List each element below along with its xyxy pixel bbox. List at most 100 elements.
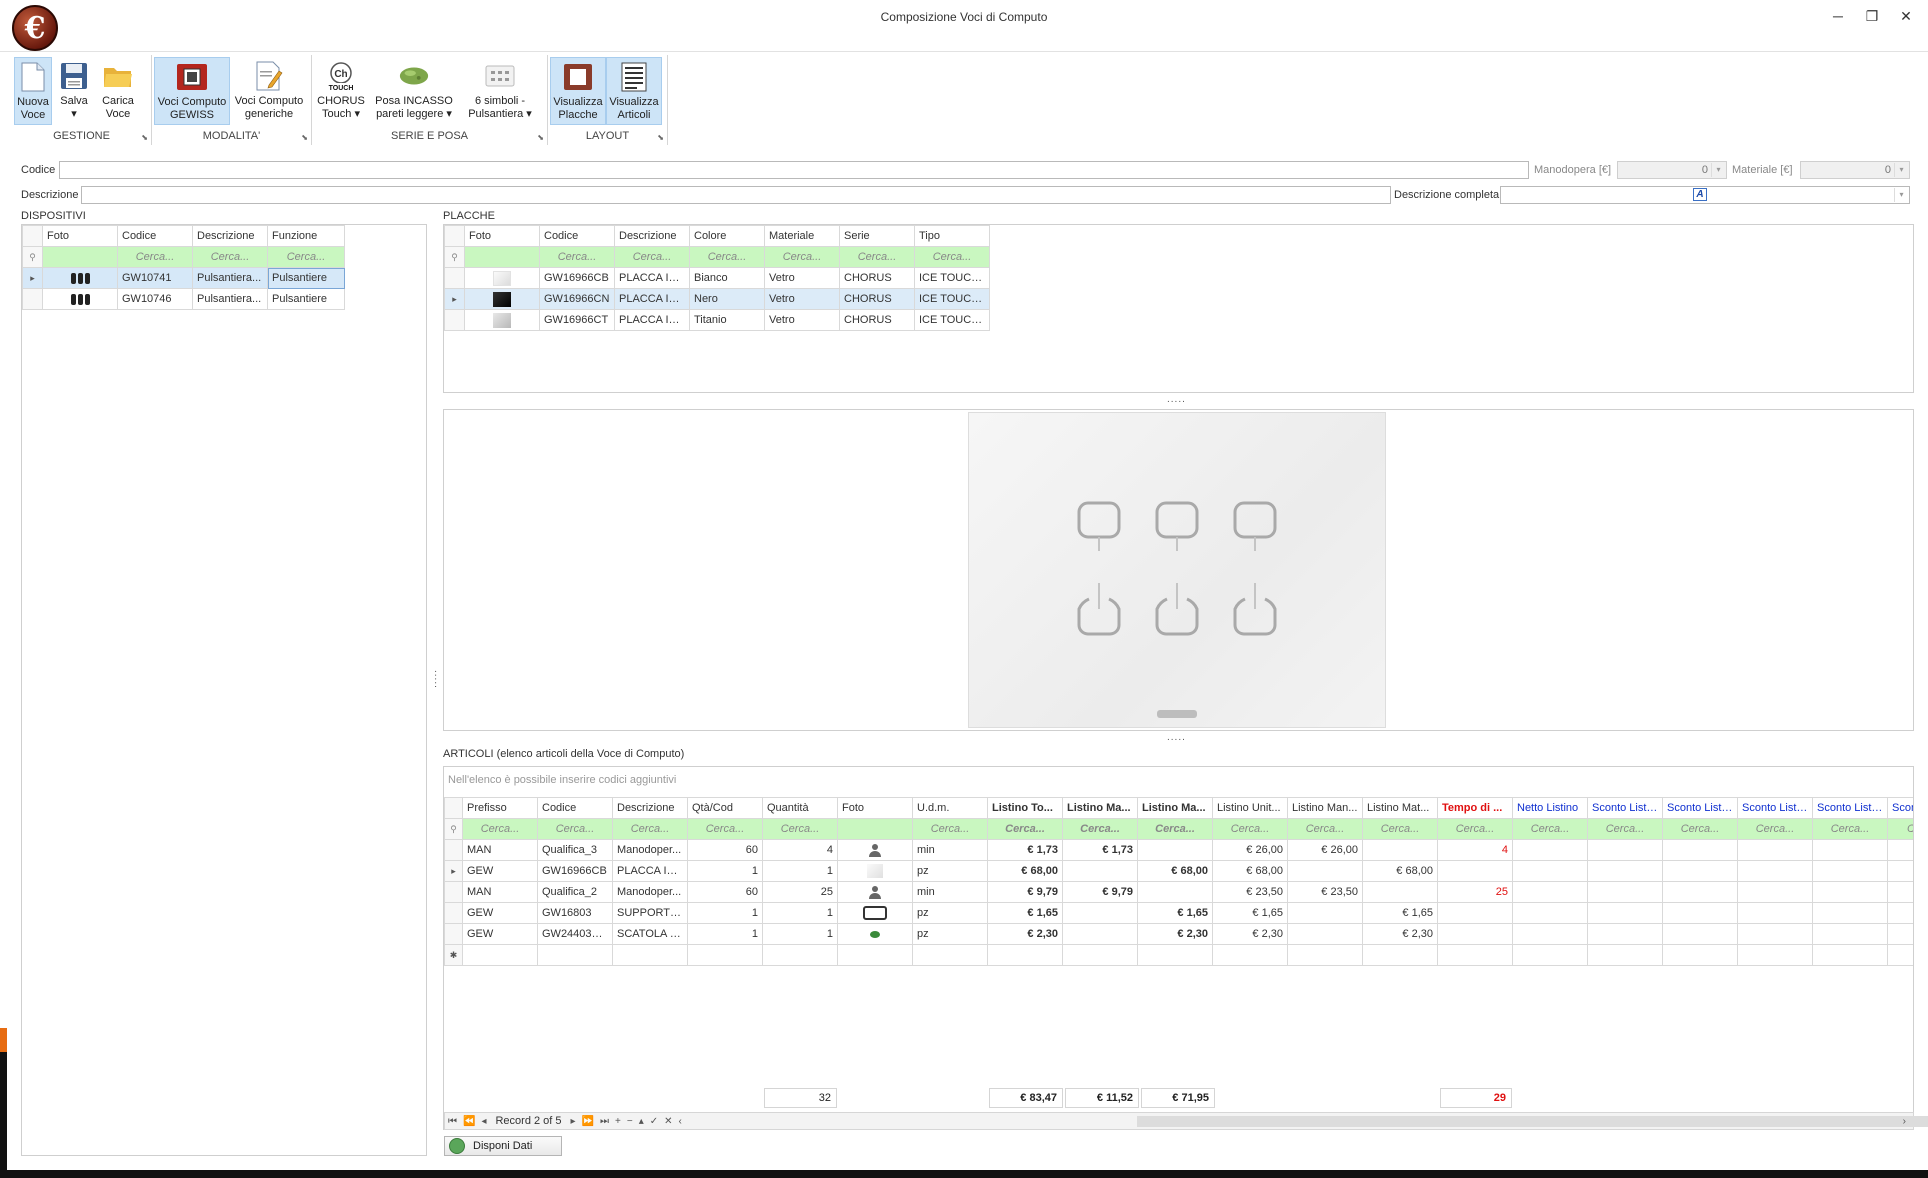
column-header-udm[interactable]: U.d.m. <box>912 797 988 819</box>
cell-sconto[interactable] <box>1812 860 1888 882</box>
table-row[interactable]: MAN Qualifica_3 Manodoper... 60 4 min € … <box>444 839 1913 861</box>
filter-cell[interactable]: Cerca... <box>1287 818 1363 840</box>
scroll-left-icon[interactable]: ‹ <box>676 1116 685 1127</box>
table-row[interactable]: GW10746 Pulsantiera... Pulsantiere <box>22 288 345 310</box>
cell-funzione[interactable]: Pulsantiere <box>267 267 345 289</box>
new-cell[interactable] <box>987 944 1063 966</box>
materiale-input[interactable]: 0 ▾ <box>1800 161 1910 179</box>
cell-descrizione[interactable]: PLACCA IC... <box>614 309 690 331</box>
column-header-foto[interactable]: Foto <box>42 225 118 247</box>
column-header-codice[interactable]: Codice <box>537 797 613 819</box>
filter-foto-cell[interactable] <box>42 246 118 268</box>
column-header-netto-listino[interactable]: Netto Listino <box>1512 797 1588 819</box>
table-row[interactable]: GW16966CB PLACCA IC... Bianco Vetro CHOR… <box>444 267 990 289</box>
column-header-codice[interactable]: Codice <box>539 225 615 247</box>
sei-simboli-pulsantiera-button[interactable]: 6 simboli - Pulsantiera ▾ <box>460 57 540 125</box>
cell-tempo[interactable]: 25 <box>1437 881 1513 903</box>
cell-sconto[interactable] <box>1662 902 1738 924</box>
column-header-descrizione[interactable]: Descrizione <box>614 225 690 247</box>
new-cell[interactable] <box>1287 944 1363 966</box>
new-cell[interactable] <box>1587 944 1663 966</box>
filter-cell[interactable]: Cerca... <box>1662 818 1738 840</box>
cell-sconto[interactable] <box>1887 881 1913 903</box>
cell-tempo[interactable] <box>1437 902 1513 924</box>
cell-udm[interactable]: pz <box>912 923 988 945</box>
cell-codice[interactable]: GW16966CB <box>537 860 613 882</box>
new-cell[interactable] <box>1437 944 1513 966</box>
cell-qta-cod[interactable]: 60 <box>687 839 763 861</box>
cell-sconto[interactable] <box>1737 881 1813 903</box>
new-cell[interactable] <box>612 944 688 966</box>
cell-tipo[interactable]: ICE TOUCH... <box>914 288 990 310</box>
cell-listino-materiale[interactable]: € 2,30 <box>1137 923 1213 945</box>
cell-codice[interactable]: Qualifica_2 <box>537 881 613 903</box>
cell-prefisso[interactable]: MAN <box>462 839 538 861</box>
cell-codice[interactable]: GW10746 <box>117 288 193 310</box>
cell-listino-mat-unitario[interactable]: € 68,00 <box>1362 860 1438 882</box>
cell-descrizione[interactable]: Pulsantiera... <box>192 288 268 310</box>
cell-sconto[interactable] <box>1812 923 1888 945</box>
column-header-listino-man-unitario[interactable]: Listino Man... <box>1287 797 1363 819</box>
voci-computo-generiche-button[interactable]: Voci Computo generiche <box>230 57 308 125</box>
cell-netto[interactable] <box>1512 881 1588 903</box>
column-header-listino-materiale[interactable]: Listino Ma... <box>1137 797 1213 819</box>
cell-listino-mat-unitario[interactable]: € 2,30 <box>1362 923 1438 945</box>
cell-tipo[interactable]: ICE TOUCH... <box>914 267 990 289</box>
new-cell[interactable] <box>837 944 913 966</box>
cell-descrizione[interactable]: PLACCA IC... <box>614 288 690 310</box>
cell-colore[interactable]: Nero <box>689 288 765 310</box>
filter-quantita-cell[interactable]: Cerca... <box>762 818 838 840</box>
column-header-descrizione[interactable]: Descrizione <box>612 797 688 819</box>
column-header-funzione[interactable]: Funzione <box>267 225 345 247</box>
cell-serie[interactable]: CHORUS <box>839 267 915 289</box>
filter-cell[interactable]: Cerca... <box>1587 818 1663 840</box>
cell-sconto[interactable] <box>1887 839 1913 861</box>
cell-sconto[interactable] <box>1662 923 1738 945</box>
materiale-spin-icon[interactable]: ▾ <box>1894 163 1908 177</box>
filter-colore-cell[interactable]: Cerca... <box>689 246 765 268</box>
delete-icon[interactable]: − <box>624 1116 636 1127</box>
cell-sconto[interactable] <box>1887 902 1913 924</box>
cell-listino-man-unitario[interactable]: € 26,00 <box>1287 839 1363 861</box>
table-row[interactable]: GW16966CT PLACCA IC... Titanio Vetro CHO… <box>444 309 990 331</box>
horizontal-scrollbar-thumb[interactable] <box>1137 1116 1928 1127</box>
close-button[interactable]: ✕ <box>1894 6 1918 26</box>
column-header-prefisso[interactable]: Prefisso <box>462 797 538 819</box>
cell-sconto[interactable] <box>1812 902 1888 924</box>
dialog-launcher-icon[interactable]: ⬊ <box>537 133 544 142</box>
cell-listino-manodopera[interactable]: € 1,73 <box>1062 839 1138 861</box>
cell-listino-totale[interactable]: € 1,73 <box>987 839 1063 861</box>
cell-listino-mat-unitario[interactable]: € 1,65 <box>1362 902 1438 924</box>
cell-descrizione[interactable]: SCATOLA 3... <box>612 923 688 945</box>
filter-cell[interactable]: Cerca... <box>1512 818 1588 840</box>
cell-colore[interactable]: Titanio <box>689 309 765 331</box>
new-cell[interactable] <box>1062 944 1138 966</box>
save-check-icon[interactable]: ✓ <box>647 1116 661 1127</box>
table-row[interactable]: ▸ GW10741 Pulsantiera... Pulsantiere <box>22 267 345 289</box>
cell-prefisso[interactable]: GEW <box>462 860 538 882</box>
cell-sconto[interactable] <box>1662 839 1738 861</box>
filter-materiale-cell[interactable]: Cerca... <box>764 246 840 268</box>
cell-quantita[interactable]: 25 <box>762 881 838 903</box>
cell-codice[interactable]: GW24403PM <box>537 923 613 945</box>
codice-input[interactable] <box>59 161 1529 179</box>
cell-sconto[interactable] <box>1812 839 1888 861</box>
cell-listino-unitario[interactable]: € 68,00 <box>1212 860 1288 882</box>
cell-tempo[interactable] <box>1437 860 1513 882</box>
carica-voce-button[interactable]: Carica Voce <box>96 57 140 125</box>
cell-listino-man-unitario[interactable]: € 23,50 <box>1287 881 1363 903</box>
cancel-x-icon[interactable]: ✕ <box>661 1116 675 1127</box>
cell-netto[interactable] <box>1512 923 1588 945</box>
cell-listino-manodopera[interactable] <box>1062 902 1138 924</box>
horizontal-splitter[interactable]: ..... <box>1167 394 1186 405</box>
cell-listino-totale[interactable]: € 68,00 <box>987 860 1063 882</box>
dialog-launcher-icon[interactable]: ⬊ <box>657 133 664 142</box>
cell-udm[interactable]: min <box>912 839 988 861</box>
column-header-tempo[interactable]: Tempo di ... <box>1437 797 1513 819</box>
filter-prefisso-cell[interactable]: Cerca... <box>462 818 538 840</box>
filter-cell[interactable]: Cerca... <box>1812 818 1888 840</box>
cell-listino-totale[interactable]: € 1,65 <box>987 902 1063 924</box>
descrizione-input[interactable] <box>81 186 1391 204</box>
new-cell[interactable] <box>537 944 613 966</box>
minimize-button[interactable]: ─ <box>1826 6 1850 26</box>
